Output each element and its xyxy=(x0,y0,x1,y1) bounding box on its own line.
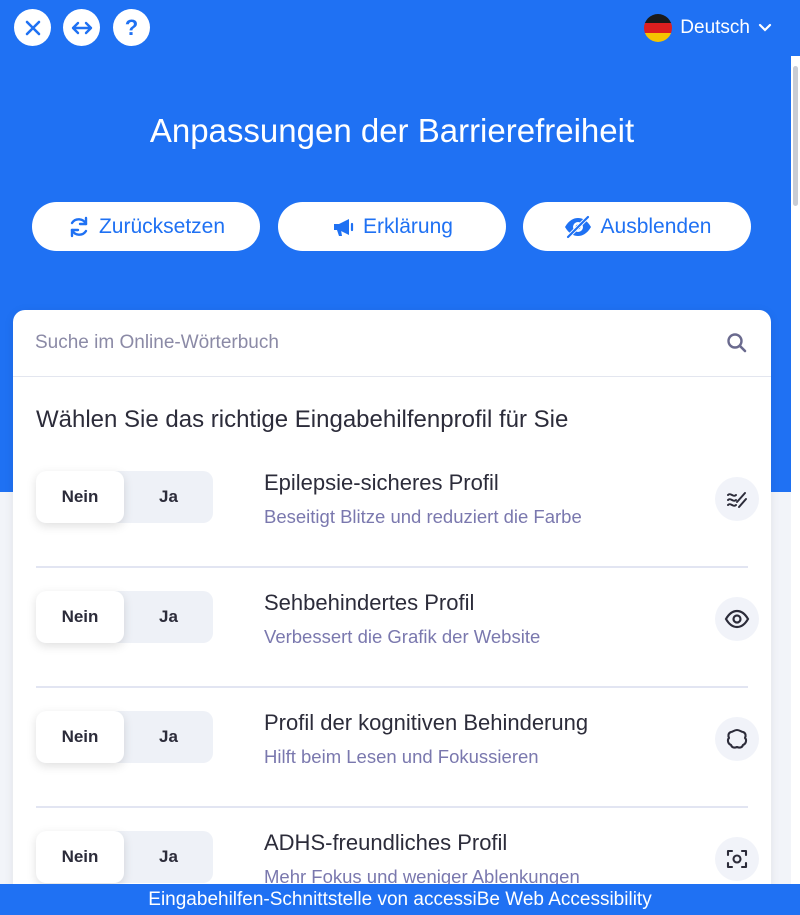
arrows-horizontal-icon xyxy=(71,21,92,34)
wave-icon xyxy=(715,477,759,521)
move-panel-button[interactable] xyxy=(63,9,100,46)
hide-interface-button[interactable]: Ausblenden xyxy=(523,202,751,251)
profile-row-cognitive: Nein Ja Profil der kognitiven Behinderun… xyxy=(36,688,759,808)
profile-toggle[interactable]: Nein Ja xyxy=(36,591,213,643)
toggle-option-yes[interactable]: Ja xyxy=(124,471,213,523)
profiles-section-title: Wählen Sie das richtige Eingabehilfenpro… xyxy=(36,406,569,433)
search-input[interactable]: Suche im Online-Wörterbuch xyxy=(35,332,725,354)
eye-icon xyxy=(715,597,759,641)
question-mark-icon: ? xyxy=(124,14,139,40)
profile-description: Hilft beim Lesen und Fokussieren xyxy=(264,746,539,767)
close-button[interactable] xyxy=(14,9,51,46)
statement-label: Erklärung xyxy=(363,214,453,238)
focus-icon xyxy=(715,837,759,881)
reset-label: Zurücksetzen xyxy=(98,214,226,238)
statement-button[interactable]: Erklärung xyxy=(278,202,506,251)
chevron-down-icon xyxy=(758,23,772,32)
footer-text: Eingabehilfen-Schnittstelle von accessiB… xyxy=(148,888,652,910)
profile-name: Epilepsie-sicheres Profil xyxy=(264,470,499,495)
reset-icon xyxy=(70,216,88,237)
page-title: Anpassungen der Barrierefreiheit xyxy=(149,112,635,149)
profile-row-vision: Nein Ja Sehbehindertes Profil Verbessert… xyxy=(36,568,759,688)
profile-toggle[interactable]: Nein Ja xyxy=(36,831,213,883)
toggle-option-no[interactable]: Nein xyxy=(36,591,124,643)
language-selector[interactable]: Deutsch xyxy=(644,13,772,43)
toggle-option-yes[interactable]: Ja xyxy=(124,591,213,643)
footer-credit[interactable]: Eingabehilfen-Schnittstelle von accessiB… xyxy=(0,884,800,915)
top-bar: ? Deutsch xyxy=(0,0,800,56)
toggle-option-no[interactable]: Nein xyxy=(36,711,124,763)
profile-description: Verbessert die Grafik der Website xyxy=(264,626,541,647)
help-button[interactable]: ? xyxy=(113,9,150,46)
profile-toggle[interactable]: Nein Ja xyxy=(36,711,213,763)
toggle-option-no[interactable]: Nein xyxy=(36,471,124,523)
profile-name: Profil der kognitiven Behinderung xyxy=(264,710,589,735)
dictionary-search[interactable]: Suche im Online-Wörterbuch xyxy=(13,310,771,377)
german-flag-icon xyxy=(644,14,673,42)
profile-toggle[interactable]: Nein Ja xyxy=(36,471,213,523)
toggle-option-yes[interactable]: Ja xyxy=(124,711,213,763)
brain-icon xyxy=(715,717,759,761)
scrollbar-thumb[interactable] xyxy=(793,66,798,206)
hide-eye-icon xyxy=(564,214,591,239)
toggle-option-no[interactable]: Nein xyxy=(36,831,124,883)
profile-name: ADHS-freundliches Profil xyxy=(264,830,508,855)
profile-description: Beseitigt Blitze und reduziert die Farbe xyxy=(264,506,582,527)
content-card: Suche im Online-Wörterbuch Wählen Sie da… xyxy=(13,310,771,910)
toggle-option-yes[interactable]: Ja xyxy=(124,831,213,883)
search-icon[interactable] xyxy=(725,331,749,355)
language-label: Deutsch xyxy=(680,17,750,38)
profile-name: Sehbehindertes Profil xyxy=(264,590,475,615)
megaphone-icon xyxy=(334,218,354,236)
profile-row-epilepsy: Nein Ja Epilepsie-sicheres Profil Beseit… xyxy=(36,448,759,568)
reset-button[interactable]: Zurücksetzen xyxy=(32,202,260,251)
hide-interface-label: Ausblenden xyxy=(600,214,712,238)
close-icon xyxy=(25,20,40,35)
